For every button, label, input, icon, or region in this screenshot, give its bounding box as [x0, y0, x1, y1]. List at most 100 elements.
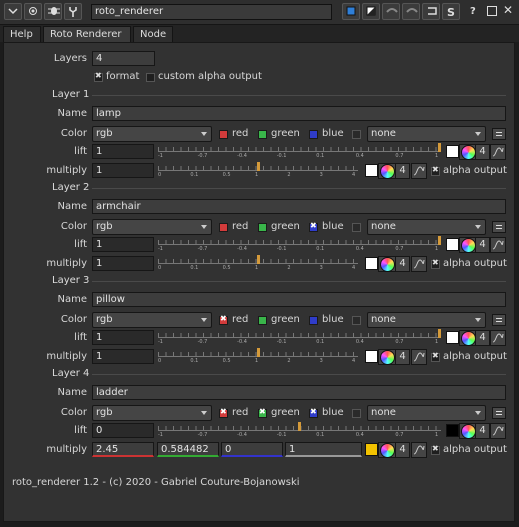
layer1-multiply-slider[interactable]: 0 0.1 0.5 1 2 3 4 — [158, 162, 358, 185]
tab-help[interactable]: Help — [3, 26, 41, 42]
half-square-icon[interactable] — [362, 3, 380, 20]
layer2-lift-curve-icon[interactable] — [490, 237, 506, 253]
layer3-red-checkbox[interactable] — [219, 314, 228, 325]
layer3-alpha-output-checkbox[interactable] — [431, 351, 440, 362]
layer4-multiply-input-0[interactable]: 2.45 — [92, 442, 154, 457]
layer4-lift-slider-thumb[interactable] — [298, 422, 301, 431]
layer2-multiply-slider[interactable]: 0 0.1 0.5 1 2 3 4 — [158, 255, 358, 278]
layer2-name-input[interactable]: armchair — [92, 199, 506, 214]
layer3-lift-slider-thumb[interactable] — [438, 329, 441, 338]
layer2-blue-checkbox[interactable] — [309, 221, 318, 232]
layer2-link-button[interactable] — [492, 221, 506, 233]
layer3-name-input[interactable]: pillow — [92, 292, 506, 307]
layer1-green-checkbox[interactable] — [258, 130, 267, 139]
layer3-lift-color-swatch[interactable] — [446, 331, 459, 344]
layer2-red-checkbox[interactable] — [219, 223, 228, 232]
blue-square-icon[interactable] — [342, 3, 360, 20]
layer2-multiply-slider-thumb[interactable] — [256, 255, 260, 264]
layer2-mask-checkbox[interactable] — [352, 223, 361, 232]
layer1-multiply-color-swatch[interactable] — [365, 164, 378, 177]
layer2-lift-input[interactable]: 1 — [92, 237, 154, 252]
close-icon[interactable]: ✕ — [503, 3, 513, 17]
layer4-mask-checkbox[interactable] — [352, 409, 361, 418]
node-name-field[interactable]: roto_renderer — [91, 4, 332, 20]
layer3-lift-curve-icon[interactable] — [490, 330, 506, 346]
layer4-link-button[interactable] — [492, 407, 506, 419]
layer2-multiply-input[interactable]: 1 — [92, 256, 154, 271]
layer1-lift-channels-button[interactable]: 4 — [475, 144, 490, 160]
layer1-lift-slider-thumb[interactable] — [438, 143, 441, 152]
center-icon[interactable] — [24, 3, 42, 20]
layer4-multiply-colorwheel-button[interactable] — [378, 442, 396, 458]
layer1-lift-slider-track[interactable] — [158, 144, 441, 152]
layer4-green-checkbox[interactable] — [258, 407, 267, 418]
layer2-multiply-curve-icon[interactable] — [411, 256, 427, 272]
layer2-lift-slider-thumb[interactable] — [438, 236, 441, 245]
layer3-multiply-colorwheel-button[interactable] — [378, 349, 396, 365]
layer3-multiply-slider[interactable]: 0 0.1 0.5 1 2 3 4 — [158, 348, 358, 371]
layer3-blue-checkbox[interactable] — [309, 316, 318, 325]
layer3-channels-dropdown[interactable]: rgb — [92, 312, 212, 328]
redo-icon[interactable] — [402, 3, 420, 20]
layer4-name-input[interactable]: ladder — [92, 385, 506, 400]
layer2-alpha-output-checkbox[interactable] — [431, 258, 440, 269]
tab-node[interactable]: Node — [133, 26, 173, 42]
layer4-mask-dropdown[interactable]: none — [367, 405, 486, 421]
layer2-multiply-colorwheel-button[interactable] — [378, 256, 396, 272]
layer1-name-input[interactable]: lamp — [92, 106, 506, 121]
layer4-alpha-output-checkbox[interactable] — [431, 444, 440, 455]
layer2-mask-dropdown[interactable]: none — [367, 219, 486, 235]
layer4-lift-color-swatch[interactable] — [446, 424, 459, 437]
layer4-red-checkbox[interactable] — [219, 407, 228, 418]
layer1-multiply-curve-icon[interactable] — [411, 163, 427, 179]
layer2-multiply-channels-button[interactable]: 4 — [395, 256, 410, 272]
layer1-alpha-output-checkbox[interactable] — [431, 165, 440, 176]
layer3-multiply-slider-thumb[interactable] — [256, 348, 260, 357]
layers-input[interactable]: 4 — [92, 51, 155, 66]
revert-icon[interactable] — [422, 3, 440, 20]
layer1-lift-color-swatch[interactable] — [446, 145, 459, 158]
layer4-multiply-color-swatch[interactable] — [365, 443, 378, 456]
layer2-channels-dropdown[interactable]: rgb — [92, 219, 212, 235]
layer3-multiply-curve-icon[interactable] — [411, 349, 427, 365]
layer3-green-checkbox[interactable] — [258, 316, 267, 325]
layer3-link-button[interactable] — [492, 314, 506, 326]
chevron-down-icon[interactable] — [4, 3, 22, 20]
layer1-mask-dropdown[interactable]: none — [367, 126, 486, 142]
custom-alpha-checkbox[interactable] — [146, 73, 155, 82]
layer4-multiply-input-1[interactable]: 0.584482 — [157, 442, 219, 457]
layer1-multiply-input[interactable]: 1 — [92, 163, 154, 178]
layer4-channels-dropdown[interactable]: rgb — [92, 405, 212, 421]
layer2-multiply-color-swatch[interactable] — [365, 257, 378, 270]
layer1-channels-dropdown[interactable]: rgb — [92, 126, 212, 142]
layer2-lift-color-swatch[interactable] — [446, 238, 459, 251]
layer3-lift-input[interactable]: 1 — [92, 330, 154, 345]
layer4-multiply-input-3[interactable]: 1 — [285, 442, 362, 457]
wrench-icon[interactable] — [64, 3, 82, 20]
layer4-lift-channels-button[interactable]: 4 — [475, 423, 490, 439]
layer1-multiply-slider-thumb[interactable] — [256, 162, 260, 171]
layer1-link-button[interactable] — [492, 128, 506, 140]
layer3-mask-checkbox[interactable] — [352, 316, 361, 325]
layer4-lift-curve-icon[interactable] — [490, 423, 506, 439]
layer2-lift-channels-button[interactable]: 4 — [475, 237, 490, 253]
layer1-red-checkbox[interactable] — [219, 130, 228, 139]
layer4-lift-input[interactable]: 0 — [92, 423, 154, 438]
layer2-green-checkbox[interactable] — [258, 223, 267, 232]
tab-roto-renderer[interactable]: Roto Renderer — [43, 26, 131, 42]
python-icon[interactable]: S — [442, 3, 460, 20]
layer3-lift-slider-track[interactable] — [158, 330, 441, 338]
layer3-multiply-color-swatch[interactable] — [365, 350, 378, 363]
layer2-lift-slider-track[interactable] — [158, 237, 441, 245]
undo-icon[interactable] — [382, 3, 400, 20]
layer3-lift-channels-button[interactable]: 4 — [475, 330, 490, 346]
layer3-multiply-input[interactable]: 1 — [92, 349, 154, 364]
float-icon[interactable] — [487, 6, 497, 16]
format-checkbox[interactable] — [94, 71, 103, 82]
layer1-lift-curve-icon[interactable] — [490, 144, 506, 160]
layer1-lift-input[interactable]: 1 — [92, 144, 154, 159]
layer3-mask-dropdown[interactable]: none — [367, 312, 486, 328]
layer4-multiply-curve-icon[interactable] — [411, 442, 427, 458]
layer1-blue-checkbox[interactable] — [309, 130, 318, 139]
layer4-blue-checkbox[interactable] — [309, 407, 318, 418]
